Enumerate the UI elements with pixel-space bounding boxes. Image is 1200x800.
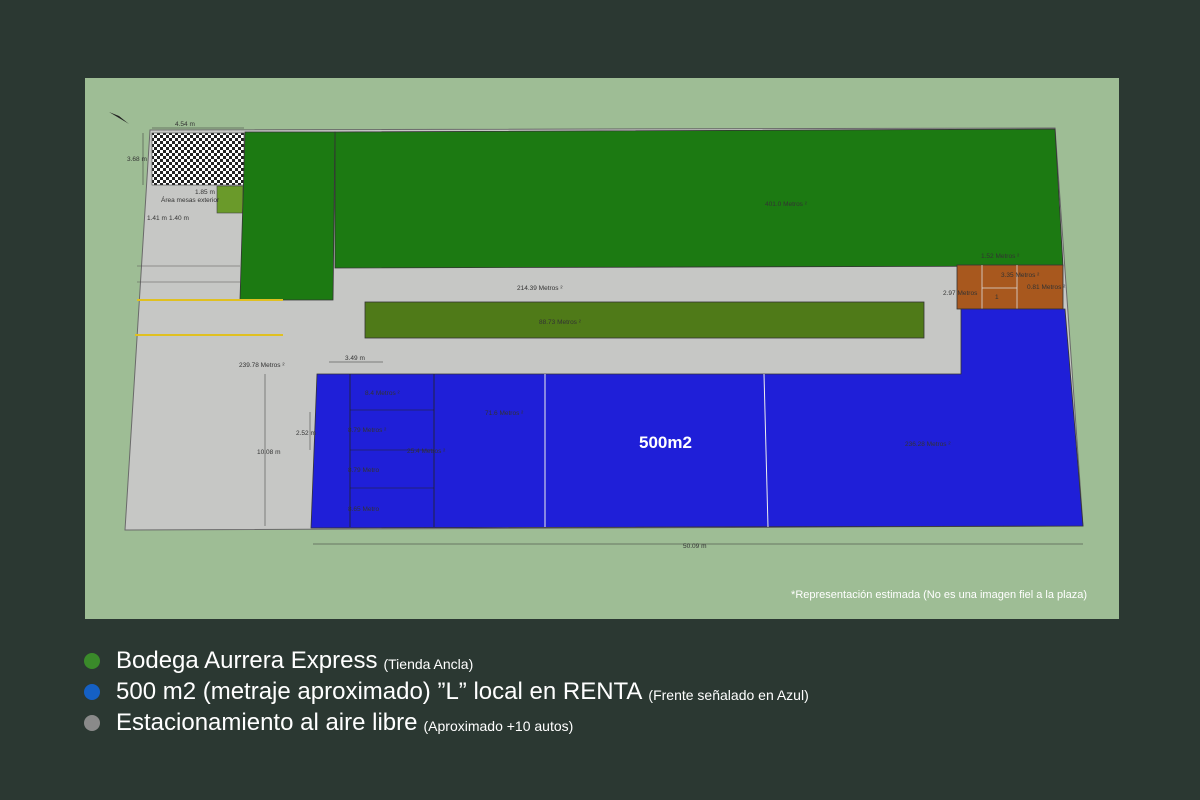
legend-item-parking: Estacionamiento al aire libre (Aproximad… (84, 707, 809, 738)
label-parking-left: 239.78 Metros ² (239, 362, 285, 369)
patio-planter (216, 185, 244, 214)
blue-dot-icon (84, 683, 100, 700)
label-store-area: 401.0 Metros ² (765, 201, 808, 208)
dim-total-width: 50.09 m (683, 543, 707, 550)
label-parking-center: 214.39 Metros ² (517, 285, 563, 292)
label-br-c: 2.97 Metros (943, 290, 978, 297)
label-garden-center: 88.73 Metros ² (539, 319, 582, 326)
label-500m2: 500m2 (639, 433, 692, 452)
label-br-d: 0.81 Metros ² (1027, 284, 1066, 291)
store-block-main (334, 128, 1064, 269)
legend-item-store: Bodega Aurrera Express (Tienda Ancla) (84, 645, 809, 676)
legend-sub: (Aproximado +10 autos) (423, 717, 574, 734)
legend-sub: (Tienda Ancla) (383, 655, 474, 672)
gray-dot-icon (84, 714, 100, 731)
legend: Bodega Aurrera Express (Tienda Ancla) 50… (84, 645, 809, 738)
legend-label: Estacionamiento al aire libre (116, 708, 418, 736)
legend-label: 500 m2 (metraje aproximado) ”L” local en… (116, 677, 643, 705)
label-room-b: 8.79 Metros ² (348, 427, 387, 434)
garden-strip (364, 301, 925, 339)
legend-item-rental: 500 m2 (metraje aproximado) ”L” local en… (84, 676, 809, 707)
label-br-b: 3.35 Metros ² (1001, 272, 1040, 279)
dim-140: 1.40 m (169, 215, 189, 222)
label-room-a: 8.4 Metros ² (365, 390, 401, 397)
label-area-mesas: Área mesas exterior (161, 195, 220, 204)
label-room-c: 8.79 Metro (348, 467, 379, 474)
patio-checkered (151, 132, 245, 186)
dim-1008: 10.08 m (257, 449, 281, 456)
label-br-e: 1 (995, 294, 999, 301)
dim-349: 3.49 m (345, 355, 365, 362)
label-room-d: 8.65 Metro (348, 506, 379, 513)
store-block-wing (239, 131, 336, 301)
site-plan-drawing: 4.54 m 3.68 m 1.85 m Área mesas exterior… (109, 112, 1084, 550)
dim-252: 2.52 m (296, 430, 316, 437)
dim-width-top: 4.54 m (175, 121, 195, 128)
label-area-right: 236.28 Metros ² (905, 441, 951, 448)
legend-label: Bodega Aurrera Express (116, 646, 378, 674)
site-plan: 4.54 m 3.68 m 1.85 m Área mesas exterior… (85, 78, 1119, 619)
label-br-a: 1.52 Metros ² (981, 253, 1020, 260)
label-area-716: 71.6 Metros ² (485, 410, 524, 417)
legend-sub: (Frente señalado en Azul) (648, 686, 809, 703)
north-arrow-icon (109, 112, 129, 124)
disclaimer-note: *Representación estimada (No es una imag… (791, 589, 1087, 601)
dim-141: 1.41 m (147, 215, 167, 222)
label-area-254: 25.4 Metros ² (407, 448, 446, 455)
green-dot-icon (84, 652, 100, 669)
dim-height-left: 3.68 m (127, 156, 147, 163)
dim-185: 1.85 m (195, 189, 215, 196)
